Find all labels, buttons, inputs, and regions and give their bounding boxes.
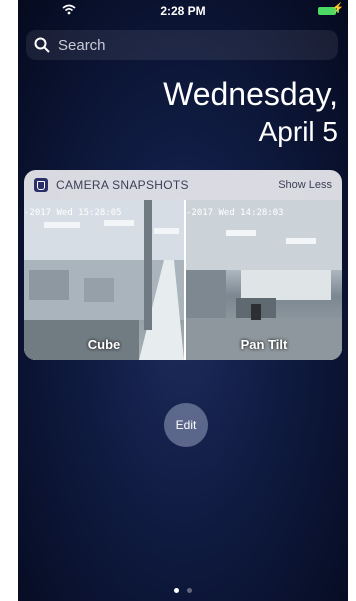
show-less-button[interactable]: Show Less [278,179,332,191]
lock-screen: 2:28 PM ⚡ Wednesday, April 5 CAMERA SNAP… [18,0,348,601]
camera-snapshot-pan-tilt[interactable]: -2017 Wed 14:28:03 Pan Tilt [186,200,342,360]
charging-icon: ⚡ [331,3,344,14]
office-scene-image [24,200,184,360]
edit-button[interactable]: Edit [164,403,208,447]
camera-snapshot-cube[interactable]: -2017 Wed 15:28:05 Cube [24,200,186,360]
weekday-label: Wednesday, [163,76,338,112]
widget-header: CAMERA SNAPSHOTS Show Less [24,170,342,200]
camera-name: Cube [87,337,121,352]
snapshot-grid: -2017 Wed 15:28:05 Cube -2017 Wed 14:28:… [24,200,342,360]
page-indicator[interactable] [18,588,348,593]
date-label: April 5 [258,116,338,147]
camera-name: Pan Tilt [240,337,288,352]
status-bar: 2:28 PM ⚡ [18,0,348,24]
widget-title: CAMERA SNAPSHOTS [56,178,189,192]
search-bar[interactable] [26,30,338,60]
page-dot [187,588,192,593]
status-time: 2:28 PM [160,4,206,18]
search-icon [34,37,50,53]
snapshot-timestamp: -2017 Wed 15:28:05 [24,208,122,218]
office-scene-image [186,200,342,360]
camera-snapshots-widget: CAMERA SNAPSHOTS Show Less -2017 Wed 15:… [24,170,342,360]
snapshot-timestamp: -2017 Wed 14:28:03 [186,208,284,218]
shield-icon [34,178,48,192]
search-input[interactable] [56,35,320,55]
page-dot-active [174,588,179,593]
